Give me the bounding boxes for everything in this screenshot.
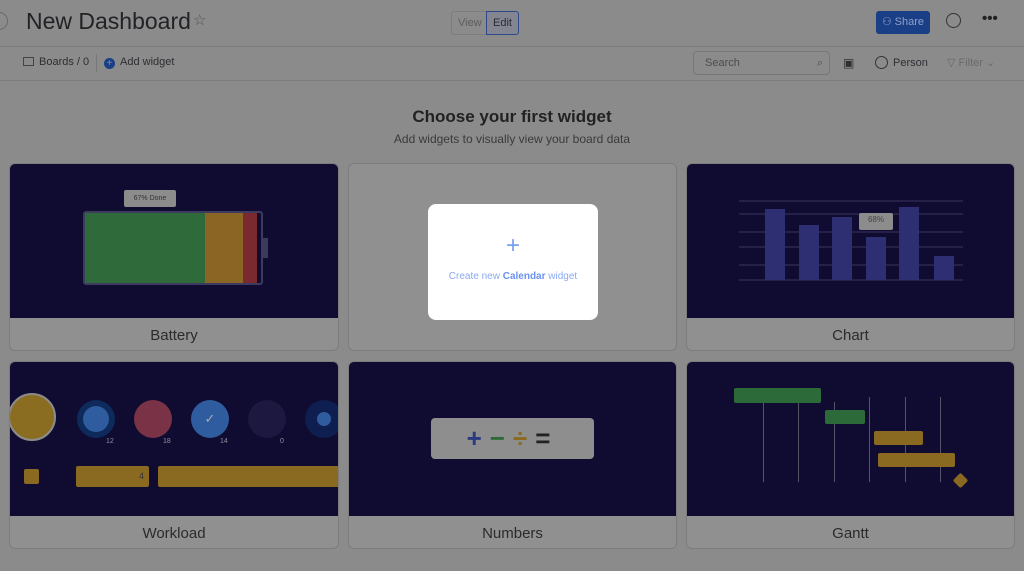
edit-toggle[interactable]: Edit [486, 11, 519, 35]
battery-body [83, 211, 263, 285]
filter-icon: ▽ [947, 57, 959, 69]
updates-icon[interactable] [946, 13, 961, 28]
suffix: widget [545, 271, 578, 282]
gantt-bar [874, 431, 923, 445]
gantt-bar [734, 388, 821, 403]
battery-tooltip: 67% Done [124, 190, 176, 207]
more-icon[interactable]: ••• [982, 10, 998, 27]
widget-label: Gantt [832, 525, 869, 542]
widget-label: Battery [150, 327, 198, 344]
divider [0, 46, 1024, 47]
divide-icon: ÷ [512, 423, 536, 453]
workload-circle [248, 400, 286, 438]
numbers-preview: +−÷= [349, 362, 676, 516]
chart-preview: 68% [687, 164, 1014, 318]
star-icon[interactable]: ☆ [193, 11, 206, 29]
milestone-icon [952, 472, 969, 489]
battery-tip [263, 238, 268, 258]
gantt-preview [687, 362, 1014, 516]
widget-label: Numbers [482, 525, 543, 542]
plus-icon: + [466, 423, 490, 453]
widget-type: Calendar [502, 271, 546, 282]
page-title: New Dashboard [26, 8, 191, 34]
widget-card-battery[interactable]: 67% Done Battery [9, 163, 339, 351]
minus-icon: − [489, 423, 513, 453]
gantt-bar [878, 453, 955, 467]
count: 18 [163, 438, 171, 445]
filter-label: Filter [958, 57, 983, 69]
workload-circle [305, 400, 338, 438]
share-label: Share [894, 16, 924, 28]
boards-label: Boards / 0 [39, 56, 90, 68]
battery-stuck [243, 213, 258, 283]
widget-card-workload[interactable]: ✓ 12 18 14 0 4 8 Workload [9, 361, 339, 549]
battery-done [85, 213, 205, 283]
operators-pill: +−÷= [431, 418, 594, 459]
widget-card-numbers[interactable]: +−÷= Numbers [348, 361, 677, 549]
chart-svg [739, 200, 963, 281]
widget-card-chart[interactable]: 68% Chart [686, 163, 1015, 351]
divider [0, 80, 1024, 81]
person-label: Person [893, 57, 928, 69]
chart-bar [899, 207, 919, 280]
prefix: Create new [448, 271, 503, 282]
count: 14 [220, 438, 228, 445]
workload-bar: 8 [158, 466, 338, 487]
person-filter-button[interactable]: Person [875, 56, 928, 69]
avatar [10, 393, 56, 441]
share-icon: ⚇ [882, 16, 892, 28]
chart-bar [934, 256, 954, 280]
divider [96, 54, 97, 72]
person-icon [875, 56, 888, 69]
share-button[interactable]: ⚇ Share [876, 11, 930, 34]
workload-circle [77, 400, 115, 438]
create-widget-label: Create new Calendar widget [428, 271, 598, 282]
gantt-bar [825, 410, 865, 424]
save-icon[interactable]: ▣ [843, 56, 854, 70]
workload-square [24, 469, 39, 484]
filter-button[interactable]: ▽ Filter ⌄ [947, 56, 995, 69]
chart-tooltip: 68% [867, 215, 884, 224]
boards-icon [23, 57, 34, 66]
battery-working [204, 213, 244, 283]
chart-bar [799, 225, 819, 280]
count: 0 [280, 438, 284, 445]
chart-bar [832, 217, 852, 280]
add-widget-button[interactable]: + Add widget [104, 56, 174, 69]
widget-card-gantt[interactable]: Gantt [686, 361, 1015, 549]
widget-label: Chart [832, 327, 869, 344]
back-button[interactable] [0, 12, 8, 30]
workload-preview: ✓ 12 18 14 0 4 8 [10, 362, 338, 516]
equals-icon: = [535, 423, 559, 453]
add-widget-label: Add widget [120, 56, 175, 68]
create-calendar-widget[interactable]: + Create new Calendar widget [428, 204, 598, 320]
widget-label: Workload [142, 525, 206, 542]
section-subheading: Add widgets to visually view your board … [393, 132, 631, 146]
boards-button[interactable]: Boards / 0 [23, 56, 89, 68]
chevron-down-icon: ⌄ [982, 57, 996, 69]
chart-bar [866, 237, 886, 280]
search-icon: ⌕ [816, 57, 823, 69]
plus-icon: + [505, 232, 520, 259]
workload-bar: 4 [76, 466, 149, 487]
search-placeholder: Search [705, 57, 740, 69]
search-input[interactable]: Search ⌕ [693, 51, 830, 75]
plus-circle-icon: + [104, 58, 115, 69]
chart-bar [765, 209, 785, 280]
count: 12 [106, 438, 114, 445]
workload-circle [134, 400, 172, 438]
section-heading: Choose your first widget [412, 107, 612, 126]
view-toggle[interactable]: View [451, 11, 489, 35]
battery-preview: 67% Done [10, 164, 338, 318]
check-icon: ✓ [191, 400, 229, 438]
